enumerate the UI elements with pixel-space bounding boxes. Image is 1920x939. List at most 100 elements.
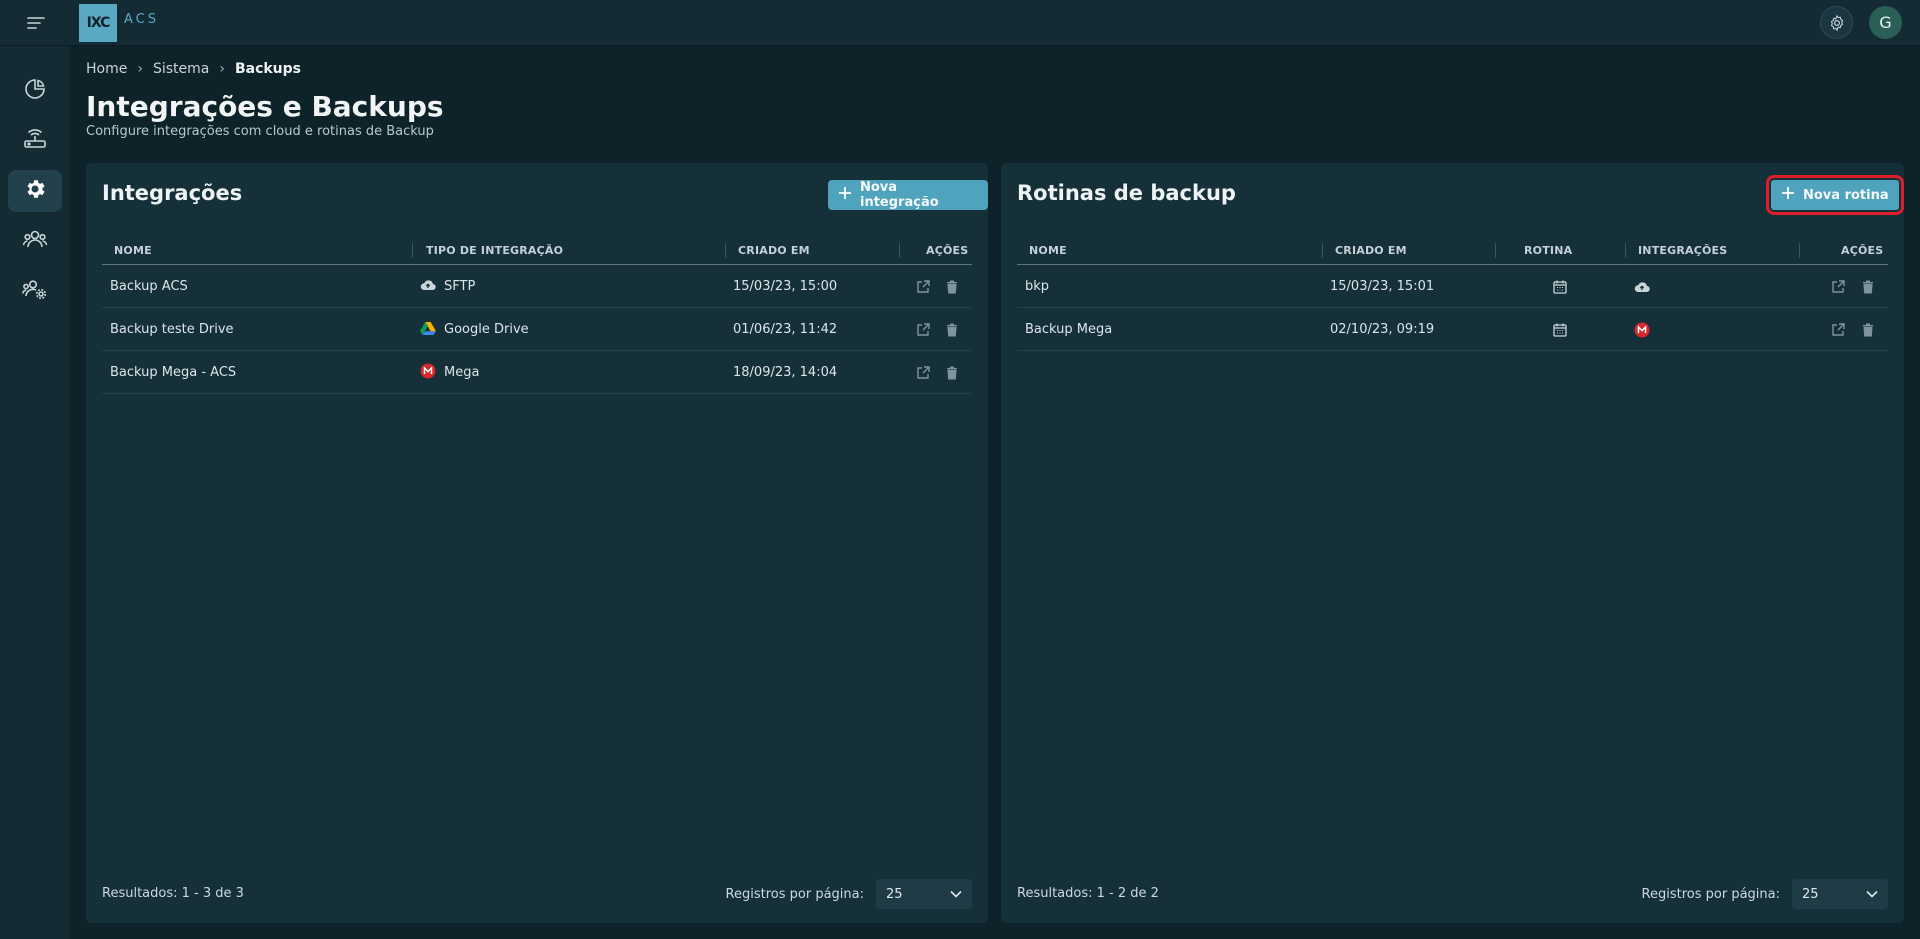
breadcrumb-backups: Backups: [234, 61, 302, 77]
new-integration-label: Nova integração: [860, 180, 939, 210]
logo-name: ACS: [124, 12, 159, 27]
plus-icon: [1781, 186, 1795, 204]
row-name: Backup teste Drive: [110, 322, 234, 337]
open-external-icon[interactable]: [1830, 279, 1846, 295]
column-header-type-label: TIPO DE INTEGRAÇÃO: [426, 244, 564, 257]
row-type: SFTP: [420, 265, 475, 308]
column-header-created-label: CRIADO EM: [738, 244, 810, 257]
top-bar: IXC ACS G: [0, 0, 1920, 46]
row-name: Backup Mega - ACS: [110, 365, 237, 380]
sidebar-item-devices[interactable]: [8, 120, 62, 162]
delete-trash-icon[interactable]: [944, 322, 960, 338]
gear-icon: [23, 177, 47, 205]
table-header: NOME TIPO DE INTEGRAÇÃO CRIADO EM AÇÕES: [102, 237, 972, 265]
per-page-value: 25: [1802, 886, 1819, 902]
per-page-select[interactable]: 25: [876, 879, 972, 909]
calendar-icon[interactable]: [1552, 322, 1568, 338]
cloud-upload-icon: [1634, 279, 1650, 295]
sidebar: [0, 46, 70, 939]
sidebar-item-dashboard[interactable]: [8, 70, 62, 112]
row-type-label: Google Drive: [444, 322, 529, 337]
column-header-name[interactable]: NOME: [1029, 237, 1067, 264]
chevron-down-icon: [950, 887, 962, 902]
logo-mark[interactable]: IXC: [79, 4, 117, 42]
delete-trash-icon[interactable]: [1860, 279, 1876, 295]
cloud-upload-icon: [420, 278, 436, 296]
page-subtitle: Configure integrações com cloud e rotina…: [86, 124, 434, 139]
row-name: Backup Mega: [1025, 322, 1113, 337]
breadcrumb: Home › Sistema › Backups: [86, 61, 301, 77]
table-row[interactable]: Backup Mega - ACS Mega 18/09/23, 14:04: [102, 351, 972, 394]
integrations-panel: Integrações Nova integração NOME TIPO DE…: [86, 163, 988, 923]
open-external-icon[interactable]: [915, 365, 931, 381]
column-header-routine-label: ROTINA: [1524, 244, 1573, 257]
backup-routines-panel: Rotinas de backup Nova rotina NOME CRIAD…: [1001, 163, 1904, 923]
per-page-select[interactable]: 25: [1792, 879, 1888, 909]
chevron-down-icon: [1866, 887, 1878, 902]
pagination: Registros por página: 25: [1642, 879, 1888, 909]
plus-icon: [838, 186, 852, 204]
row-created: 02/10/23, 09:19: [1330, 322, 1435, 337]
column-header-actions: AÇÕES: [899, 237, 969, 264]
breadcrumb-sistema[interactable]: Sistema: [153, 61, 209, 77]
new-integration-button[interactable]: Nova integração: [828, 180, 988, 210]
mega-icon: [420, 363, 436, 383]
column-header-type[interactable]: TIPO DE INTEGRAÇÃO: [412, 237, 564, 264]
results-count: Resultados: 1 - 2 de 2: [1017, 886, 1159, 901]
pie-chart-icon: [23, 77, 47, 105]
row-type: Mega: [420, 351, 479, 394]
integrations-table: NOME TIPO DE INTEGRAÇÃO CRIADO EM AÇÕES …: [102, 237, 972, 394]
table-row[interactable]: Backup ACS SFTP 15/03/23, 15:00: [102, 265, 972, 308]
column-header-created[interactable]: CRIADO EM: [725, 237, 810, 264]
table-row[interactable]: Backup teste Drive Google Drive 01/06/23…: [102, 308, 972, 351]
row-created: 15/03/23, 15:01: [1330, 279, 1435, 294]
sidebar-item-users[interactable]: [8, 220, 62, 262]
router-icon: [22, 127, 48, 155]
open-external-icon[interactable]: [915, 322, 931, 338]
menu-toggle-icon[interactable]: [22, 10, 50, 36]
sidebar-item-user-settings[interactable]: [8, 270, 62, 312]
open-external-icon[interactable]: [915, 279, 931, 295]
results-count: Resultados: 1 - 3 de 3: [102, 886, 244, 901]
user-avatar[interactable]: G: [1869, 6, 1902, 39]
per-page-value: 25: [886, 886, 903, 902]
column-header-created-label: CRIADO EM: [1335, 244, 1407, 257]
delete-trash-icon[interactable]: [1860, 322, 1876, 338]
delete-trash-icon[interactable]: [944, 279, 960, 295]
backup-routines-title: Rotinas de backup: [1017, 181, 1236, 205]
table-row[interactable]: bkp 15/03/23, 15:01: [1017, 265, 1888, 308]
google-drive-icon: [420, 321, 436, 339]
per-page-label: Registros por página:: [1641, 886, 1780, 902]
settings-gear-icon[interactable]: [1820, 6, 1853, 39]
column-header-integrations-label: INTEGRAÇÕES: [1638, 244, 1728, 257]
users-gear-icon: [22, 277, 48, 305]
calendar-icon[interactable]: [1552, 279, 1568, 295]
column-header-actions-label: AÇÕES: [926, 244, 969, 257]
sidebar-item-system[interactable]: [8, 170, 62, 212]
breadcrumb-home[interactable]: Home: [86, 61, 127, 77]
table-row[interactable]: Backup Mega 02/10/23, 09:19: [1017, 308, 1888, 351]
backup-routines-table: NOME CRIADO EM ROTINA INTEGRAÇÕES AÇÕES …: [1017, 237, 1888, 351]
column-header-created[interactable]: CRIADO EM: [1322, 237, 1407, 264]
new-routine-button[interactable]: Nova rotina: [1766, 175, 1904, 215]
per-page-label: Registros por página:: [725, 886, 864, 902]
row-type-label: Mega: [444, 365, 480, 380]
column-header-routine[interactable]: ROTINA: [1495, 237, 1573, 264]
mega-icon: [1634, 322, 1650, 338]
row-created: 15/03/23, 15:00: [733, 279, 838, 294]
table-header: NOME CRIADO EM ROTINA INTEGRAÇÕES AÇÕES: [1017, 237, 1888, 265]
row-name: bkp: [1025, 279, 1050, 294]
delete-trash-icon[interactable]: [944, 365, 960, 381]
column-header-actions-label: AÇÕES: [1841, 244, 1884, 257]
row-type: Google Drive: [420, 308, 529, 351]
chevron-right-icon: ›: [137, 61, 143, 77]
row-name: Backup ACS: [110, 279, 188, 294]
column-header-integrations[interactable]: INTEGRAÇÕES: [1625, 237, 1728, 264]
row-created: 01/06/23, 11:42: [733, 322, 838, 337]
integrations-title: Integrações: [102, 181, 243, 205]
column-header-actions: AÇÕES: [1799, 237, 1884, 264]
new-routine-label: Nova rotina: [1803, 187, 1889, 203]
row-type-label: SFTP: [444, 279, 476, 294]
column-header-name[interactable]: NOME: [114, 237, 152, 264]
open-external-icon[interactable]: [1830, 322, 1846, 338]
